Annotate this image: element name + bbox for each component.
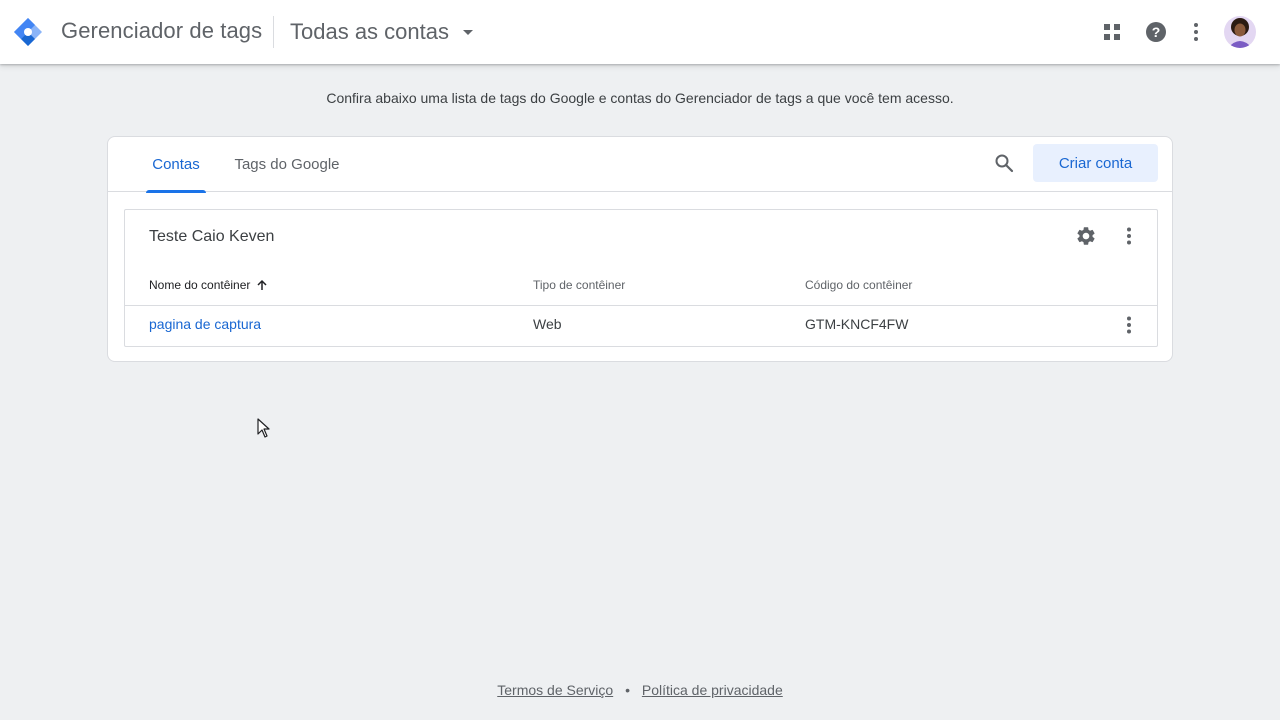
column-header-container-type: Tipo de contêiner bbox=[533, 278, 626, 292]
apps-button[interactable] bbox=[1092, 12, 1132, 52]
dropdown-caret-icon bbox=[462, 29, 473, 35]
account-settings-button[interactable] bbox=[1071, 221, 1101, 251]
accounts-card: Contas Tags do Google Criar conta Teste … bbox=[107, 136, 1173, 362]
terms-of-service-link[interactable]: Termos de Serviço bbox=[497, 682, 613, 698]
container-name-link[interactable]: pagina de captura bbox=[149, 316, 261, 332]
column-header-container-code: Código do contêiner bbox=[805, 278, 913, 292]
tabs-bar: Contas Tags do Google Criar conta bbox=[108, 137, 1172, 193]
create-account-button[interactable]: Criar conta bbox=[1033, 144, 1158, 182]
sort-arrow-up-icon bbox=[257, 279, 267, 290]
top-app-bar: Gerenciador de tags Todas as contas ? bbox=[0, 0, 1280, 64]
account-switcher-label: Todas as contas bbox=[290, 19, 449, 44]
gtm-logo-icon[interactable] bbox=[12, 16, 44, 48]
account-name: Teste Caio Keven bbox=[149, 228, 275, 245]
apps-icon bbox=[1104, 24, 1120, 40]
account-card: Teste Caio Keven Nome do contêiner Tipo … bbox=[124, 209, 1158, 347]
help-icon: ? bbox=[1146, 22, 1166, 42]
container-type: Web bbox=[533, 316, 562, 332]
tab-google-tags[interactable]: Tags do Google bbox=[232, 137, 342, 192]
account-switcher[interactable]: Todas as contas bbox=[290, 14, 473, 50]
account-more-button[interactable] bbox=[1117, 221, 1141, 251]
container-more-button[interactable] bbox=[1117, 312, 1141, 338]
more-options-button[interactable] bbox=[1176, 12, 1216, 52]
help-button[interactable]: ? bbox=[1136, 12, 1176, 52]
row-divider bbox=[125, 305, 1157, 306]
intro-text: Confira abaixo uma lista de tags do Goog… bbox=[326, 90, 954, 106]
more-vert-icon bbox=[1194, 23, 1198, 41]
svg-text:?: ? bbox=[1152, 24, 1161, 40]
footer-separator: • bbox=[625, 682, 630, 698]
avatar[interactable] bbox=[1224, 16, 1256, 48]
footer: Termos de Serviço • Política de privacid… bbox=[0, 682, 1280, 698]
more-vert-icon bbox=[1127, 227, 1131, 245]
column-header-label: Nome do contêiner bbox=[149, 278, 251, 292]
gear-icon bbox=[1077, 227, 1095, 245]
column-header-container-name[interactable]: Nome do contêiner bbox=[149, 278, 268, 292]
more-vert-icon bbox=[1127, 316, 1131, 334]
product-name: Gerenciador de tags bbox=[61, 18, 263, 43]
container-code: GTM-KNCF4FW bbox=[805, 316, 909, 332]
privacy-policy-link[interactable]: Política de privacidade bbox=[642, 682, 783, 698]
tab-accounts[interactable]: Contas bbox=[146, 137, 206, 193]
search-icon bbox=[995, 154, 1014, 173]
user-avatar-icon bbox=[1224, 16, 1256, 48]
mouse-cursor-icon bbox=[257, 418, 270, 438]
header-divider bbox=[273, 16, 274, 48]
search-button[interactable] bbox=[988, 147, 1020, 179]
